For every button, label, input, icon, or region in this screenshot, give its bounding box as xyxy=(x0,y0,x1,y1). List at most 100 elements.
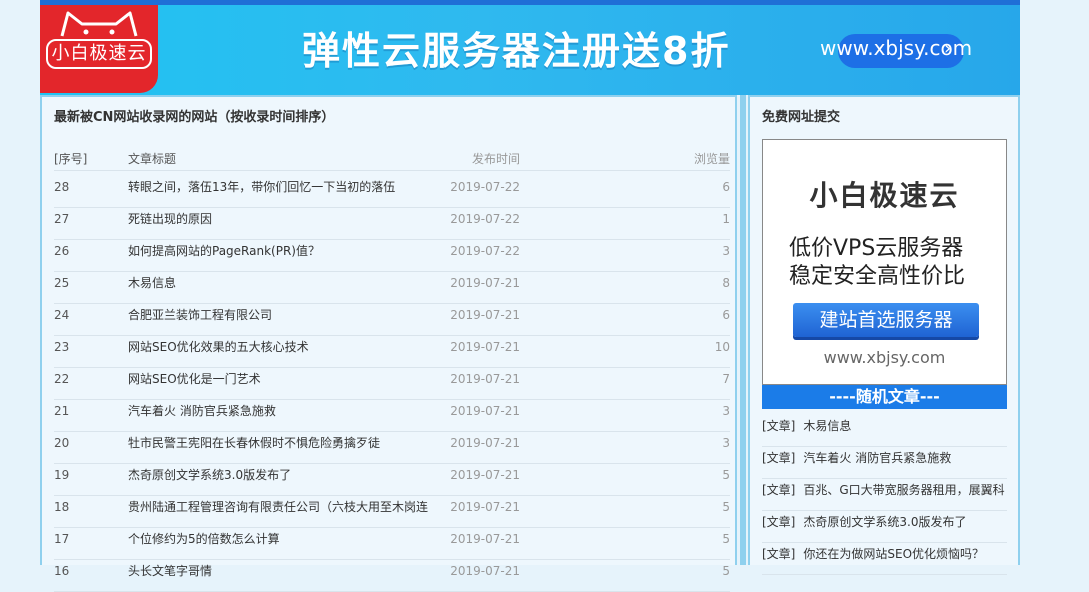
row-title-link[interactable]: 汽车着火 消防官兵紧急施救 xyxy=(128,400,448,422)
ad-brand: 小白极速云 xyxy=(809,179,960,212)
row-date: 2019-07-21 xyxy=(450,276,520,290)
table-row: 21 汽车着火 消防官兵紧急施救 2019-07-21 3 xyxy=(54,400,730,432)
row-views: 5 xyxy=(722,500,730,514)
row-no: 21 xyxy=(54,404,70,418)
list-item[interactable]: [文章] 你还在为做网站SEO优化烦恼吗？ xyxy=(762,543,1007,575)
row-no: 23 xyxy=(54,340,70,354)
row-date: 2019-07-21 xyxy=(450,340,520,354)
cat-ears-icon xyxy=(60,11,138,37)
brand-logo[interactable]: 小白极速云 xyxy=(40,5,158,93)
table-row: 16 头长文笔字哥情 2019-07-21 5 xyxy=(54,560,730,592)
table-row: 27 死链出现的原因 2019-07-22 1 xyxy=(54,208,730,240)
table-row: 28 转眼之间，落伍13年，带你们回忆一下当初的落伍 2019-07-22 6 xyxy=(54,176,730,208)
row-no: 17 xyxy=(54,532,70,546)
list-item[interactable]: [文章] 百兆、G口大带宽服务器租用，展翼科 xyxy=(762,479,1007,511)
row-no: 28 xyxy=(54,180,70,194)
row-title-link[interactable]: 合肥亚兰装饰工程有限公司 xyxy=(128,304,448,326)
row-title-link[interactable]: 牡市民警王宪阳在长春休假时不惧危险勇擒歹徒 xyxy=(128,432,448,454)
column-divider xyxy=(740,95,746,565)
row-views: 7 xyxy=(722,372,730,386)
free-submit-title[interactable]: 免费网址提交 xyxy=(762,106,840,125)
row-views: 3 xyxy=(722,404,730,418)
row-views: 5 xyxy=(722,468,730,482)
banner-slogan: 弹性云服务器注册送8折 xyxy=(302,29,731,73)
header-title: 文章标题 xyxy=(128,152,177,166)
row-title-link[interactable]: 个位修约为5的倍数怎么计算 xyxy=(128,528,448,550)
row-date: 2019-07-22 xyxy=(450,244,520,258)
row-views: 6 xyxy=(722,308,730,322)
row-date: 2019-07-22 xyxy=(450,180,520,194)
table-row: 23 网站SEO优化效果的五大核心技术 2019-07-21 10 xyxy=(54,336,730,368)
list-item[interactable]: [文章] 木易信息 xyxy=(762,415,1007,447)
row-title-link[interactable]: 头长文笔字哥情 xyxy=(128,560,448,582)
article-link[interactable]: 你还在为做网站SEO优化烦恼吗？ xyxy=(803,547,984,561)
header-no: [序号] xyxy=(54,152,88,166)
row-views: 3 xyxy=(722,436,730,450)
header-views: 浏览量 xyxy=(693,152,730,166)
row-title-link[interactable]: 网站SEO优化效果的五大核心技术 xyxy=(128,336,448,358)
random-articles-list: [文章] 木易信息 [文章] 汽车着火 消防官兵紧急施救 [文章] 百兆、G口大带宽服… xyxy=(762,415,1007,575)
top-banner-ad[interactable]: 小白极速云 弹性云服务器注册送8折 www.xbjsy.com › xyxy=(40,0,1020,95)
table-row: 22 网站SEO优化是一门艺术 2019-07-21 7 xyxy=(54,368,730,400)
table-row: 24 合肥亚兰装饰工程有限公司 2019-07-21 6 xyxy=(54,304,730,336)
row-title-link[interactable]: 贵州陆通工程管理咨询有限责任公司（六枝大用至木岗连 xyxy=(128,496,448,518)
article-tag: [文章] xyxy=(762,515,796,529)
row-date: 2019-07-21 xyxy=(450,436,520,450)
row-no: 22 xyxy=(54,372,70,386)
row-title-link[interactable]: 网站SEO优化是一门艺术 xyxy=(128,368,448,390)
ad-line-2: 稳定安全高性价比 xyxy=(789,264,966,289)
row-no: 16 xyxy=(54,564,70,578)
article-list: 28 转眼之间，落伍13年，带你们回忆一下当初的落伍 2019-07-22 6 … xyxy=(54,176,730,592)
row-no: 20 xyxy=(54,436,70,450)
row-date: 2019-07-21 xyxy=(450,372,520,386)
sidebar-panel: 免费网址提交 小白极速云 低价VPS云服务器 稳定安全高性价比 建站首选服务器 … xyxy=(748,95,1020,575)
row-views: 10 xyxy=(714,340,730,354)
row-no: 18 xyxy=(54,500,70,514)
row-views: 5 xyxy=(722,564,730,578)
row-date: 2019-07-21 xyxy=(450,532,520,546)
row-no: 24 xyxy=(54,308,70,322)
article-tag: [文章] xyxy=(762,547,796,561)
banner-top-line xyxy=(40,0,1020,5)
table-row: 19 杰奇原创文学系统3.0版发布了 2019-07-21 5 xyxy=(54,464,730,496)
article-link[interactable]: 汽车着火 消防官兵紧急施救 xyxy=(803,451,951,465)
row-no: 26 xyxy=(54,244,70,258)
article-link[interactable]: 百兆、G口大带宽服务器租用，展翼科 xyxy=(803,483,1004,497)
row-no: 25 xyxy=(54,276,70,290)
chevron-right-icon: › xyxy=(944,38,952,59)
row-date: 2019-07-21 xyxy=(450,468,520,482)
header-date: 发布时间 xyxy=(471,152,520,166)
row-title-link[interactable]: 杰奇原创文学系统3.0版发布了 xyxy=(128,464,448,486)
row-date: 2019-07-22 xyxy=(450,212,520,226)
row-title-link[interactable]: 如何提高网站的PageRank(PR)值？ xyxy=(128,240,448,262)
row-views: 5 xyxy=(722,532,730,546)
table-row: 18 贵州陆通工程管理咨询有限责任公司（六枝大用至木岗连 2019-07-21 … xyxy=(54,496,730,528)
row-views: 1 xyxy=(722,212,730,226)
row-title-link[interactable]: 木易信息 xyxy=(128,272,448,294)
page-wrapper: 小白极速云 弹性云服务器注册送8折 www.xbjsy.com › 最新被CN网… xyxy=(40,0,1020,592)
table-row: 26 如何提高网站的PageRank(PR)值？ 2019-07-22 3 xyxy=(54,240,730,272)
recent-sites-title: 最新被CN网站收录网的网站（按收录时间排序） xyxy=(54,110,335,125)
ad-cta-button[interactable]: 建站首选服务器 xyxy=(793,303,979,337)
list-header: [序号] 文章标题 发布时间 浏览量 xyxy=(54,150,730,171)
random-articles-title: ----随机文章--- xyxy=(762,385,1007,409)
ad-url: www.xbjsy.com xyxy=(823,348,946,367)
table-row: 20 牡市民警王宪阳在长春休假时不惧危险勇擒歹徒 2019-07-21 3 xyxy=(54,432,730,464)
row-views: 8 xyxy=(722,276,730,290)
logo-text: 小白极速云 xyxy=(46,39,152,69)
article-link[interactable]: 杰奇原创文学系统3.0版发布了 xyxy=(803,515,966,529)
list-item[interactable]: [文章] 汽车着火 消防官兵紧急施救 xyxy=(762,447,1007,479)
row-date: 2019-07-21 xyxy=(450,404,520,418)
list-item[interactable]: [文章] 杰奇原创文学系统3.0版发布了 xyxy=(762,511,1007,543)
recent-sites-panel: 最新被CN网站收录网的网站（按收录时间排序） [序号] 文章标题 发布时间 浏览… xyxy=(40,95,737,592)
article-link[interactable]: 木易信息 xyxy=(803,419,851,433)
row-title-link[interactable]: 死链出现的原因 xyxy=(128,208,448,230)
sidebar-ad[interactable]: 小白极速云 低价VPS云服务器 稳定安全高性价比 建站首选服务器 www.xbj… xyxy=(762,139,1007,385)
table-row: 25 木易信息 2019-07-21 8 xyxy=(54,272,730,304)
article-tag: [文章] xyxy=(762,483,796,497)
article-tag: [文章] xyxy=(762,451,796,465)
row-date: 2019-07-21 xyxy=(450,500,520,514)
row-views: 3 xyxy=(722,244,730,258)
row-title-link[interactable]: 转眼之间，落伍13年，带你们回忆一下当初的落伍 xyxy=(128,176,448,198)
row-no: 27 xyxy=(54,212,70,226)
